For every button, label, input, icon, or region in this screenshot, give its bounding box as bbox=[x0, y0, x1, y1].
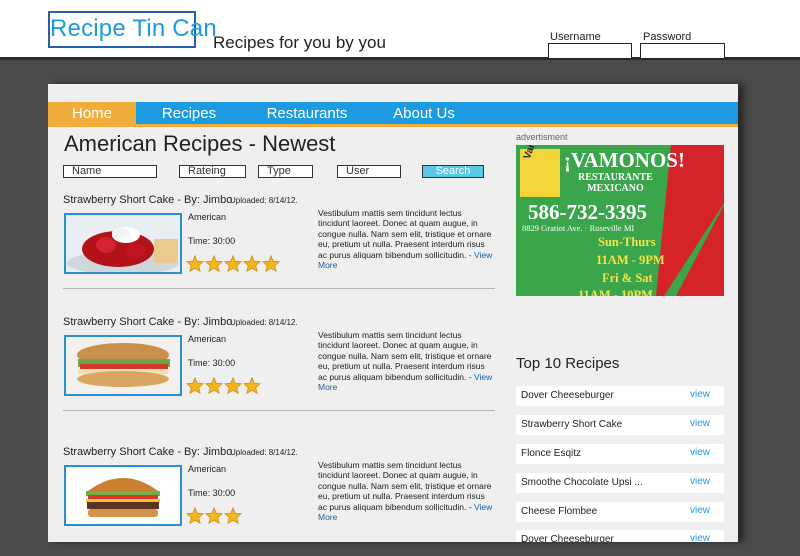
recipe-card: Strawberry Short Cake - By: Jimbo Upload… bbox=[63, 446, 495, 556]
recipe-time: Time: 30:00 bbox=[188, 358, 236, 368]
top10-item[interactable]: Smoothe Chocolate Upsi ... view bbox=[516, 473, 724, 493]
recipe-time: Time: 30:00 bbox=[188, 236, 236, 246]
recipe-title[interactable]: Strawberry Short Cake - By: Jimbo bbox=[63, 194, 232, 206]
top10-view-link[interactable]: view bbox=[690, 505, 710, 516]
ad-hours: Fri & Sat bbox=[602, 271, 653, 285]
star-icon bbox=[261, 254, 281, 273]
recipe-card: Strawberry Short Cake - By: Jimbo Upload… bbox=[63, 194, 495, 304]
recipe-time: Time: 30:00 bbox=[188, 488, 236, 498]
star-rating bbox=[185, 376, 262, 395]
main-nav: Home Recipes Restaurants About Us bbox=[48, 102, 738, 124]
nav-recipes[interactable]: Recipes bbox=[142, 102, 236, 124]
advertisement-banner[interactable]: Vamonos ¡VAMONOS! RESTAURANTE MEXICANO 5… bbox=[516, 145, 724, 296]
top10-item-name: Flonce Esqitz bbox=[521, 448, 582, 459]
sandwich-image[interactable] bbox=[64, 335, 182, 396]
recipe-divider bbox=[63, 410, 495, 411]
advertisement-label: advertisment bbox=[516, 132, 568, 142]
recipe-category: American bbox=[188, 212, 227, 222]
recipe-category: American bbox=[188, 464, 227, 474]
recipe-description: Vestibulum mattis sem tincidunt lectus t… bbox=[318, 208, 493, 270]
nav-about-us[interactable]: About Us bbox=[378, 102, 470, 124]
ad-hours: 11AM - 10PM bbox=[578, 288, 653, 296]
star-icon bbox=[242, 254, 262, 273]
recipe-description-text: Vestibulum mattis sem tincidunt lectus t… bbox=[318, 330, 492, 382]
star-icon bbox=[223, 254, 243, 273]
top10-item-name: Cheese Flombee bbox=[521, 506, 598, 517]
star-rating bbox=[185, 254, 281, 273]
top10-item-name: Smoothe Chocolate Upsi ... bbox=[521, 477, 643, 488]
password-input[interactable] bbox=[640, 43, 725, 59]
site-logo[interactable]: Recipe Tin Can bbox=[48, 11, 217, 48]
top10-title: Top 10 Recipes bbox=[516, 355, 620, 372]
burger-image[interactable] bbox=[64, 465, 182, 526]
filter-rating[interactable]: Rateing bbox=[179, 165, 246, 178]
recipe-divider bbox=[63, 288, 495, 289]
ad-phone: 586-732-3395 bbox=[528, 200, 647, 224]
star-icon bbox=[223, 376, 243, 395]
filter-user[interactable]: User bbox=[337, 165, 401, 178]
username-input[interactable] bbox=[548, 43, 632, 59]
recipe-description-text: Vestibulum mattis sem tincidunt lectus t… bbox=[318, 208, 492, 260]
search-button[interactable]: Search bbox=[422, 165, 484, 178]
recipe-title[interactable]: Strawberry Short Cake - By: Jimbo bbox=[63, 446, 232, 458]
top10-view-link[interactable]: view bbox=[690, 418, 710, 429]
site-tagline: Recipes for you by you bbox=[213, 33, 386, 52]
star-icon bbox=[204, 506, 224, 525]
nav-home[interactable]: Home bbox=[48, 102, 136, 124]
logo-text: Recipe Tin Can bbox=[50, 15, 217, 42]
ad-subtitle-line: RESTAURANTE bbox=[578, 172, 653, 183]
star-icon bbox=[185, 506, 205, 525]
ad-hours: 11AM - 9PM bbox=[596, 253, 665, 267]
star-rating bbox=[185, 506, 243, 525]
username-label: Username bbox=[550, 31, 601, 43]
strawberry-shortcake-image[interactable] bbox=[64, 213, 182, 274]
star-icon bbox=[185, 376, 205, 395]
star-icon bbox=[185, 254, 205, 273]
ad-hours: Sun-Thurs bbox=[598, 235, 656, 249]
nav-restaurants[interactable]: Restaurants bbox=[260, 102, 354, 124]
nav-underline bbox=[48, 124, 738, 127]
recipe-title[interactable]: Strawberry Short Cake - By: Jimbo bbox=[63, 316, 232, 328]
top10-item[interactable]: Strawberry Short Cake view bbox=[516, 415, 724, 435]
top10-item[interactable]: Dover Cheeseburger view bbox=[516, 386, 724, 406]
top10-view-link[interactable]: view bbox=[690, 447, 710, 458]
star-icon bbox=[242, 376, 262, 395]
ad-subtitle: RESTAURANTE MEXICANO bbox=[578, 172, 653, 194]
top10-view-link[interactable]: view bbox=[690, 476, 710, 487]
recipe-category: American bbox=[188, 334, 227, 344]
recipe-description: Vestibulum mattis sem tincidunt lectus t… bbox=[318, 460, 493, 522]
top10-view-link[interactable]: view bbox=[690, 533, 710, 542]
recipe-upload-date: Uploaded: 8/14/12. bbox=[230, 318, 298, 327]
recipe-card: Strawberry Short Cake - By: Jimbo Upload… bbox=[63, 316, 495, 426]
ad-address: 8829 Gratiot Ave. · Roseville MI bbox=[522, 223, 635, 233]
top10-item-name: Dover Cheeseburger bbox=[521, 390, 614, 401]
page-title: American Recipes - Newest bbox=[64, 131, 336, 156]
top10-item[interactable]: Dover Cheeseburger view bbox=[516, 530, 724, 542]
recipe-upload-date: Uploaded: 8/14/12. bbox=[230, 196, 298, 205]
top10-item-name: Dover Cheeseburger bbox=[521, 534, 614, 542]
recipe-description: Vestibulum mattis sem tincidunt lectus t… bbox=[318, 330, 493, 392]
ad-subtitle-line: MEXICANO bbox=[587, 183, 644, 194]
filter-name[interactable]: Name bbox=[63, 165, 157, 178]
ad-title: ¡VAMONOS! bbox=[564, 148, 685, 172]
recipe-description-text: Vestibulum mattis sem tincidunt lectus t… bbox=[318, 460, 492, 512]
star-icon bbox=[204, 254, 224, 273]
filter-type[interactable]: Type bbox=[258, 165, 313, 178]
recipe-upload-date: Uploaded: 8/14/12. bbox=[230, 448, 298, 457]
top10-view-link[interactable]: view bbox=[690, 389, 710, 400]
top10-item[interactable]: Cheese Flombee view bbox=[516, 502, 724, 522]
password-label: Password bbox=[643, 31, 692, 43]
star-icon bbox=[223, 506, 243, 525]
top-header: Recipe Tin Can Recipes for you by you Us… bbox=[0, 0, 800, 60]
star-icon bbox=[204, 376, 224, 395]
top10-item[interactable]: Flonce Esqitz view bbox=[516, 444, 724, 464]
top10-item-name: Strawberry Short Cake bbox=[521, 419, 623, 430]
